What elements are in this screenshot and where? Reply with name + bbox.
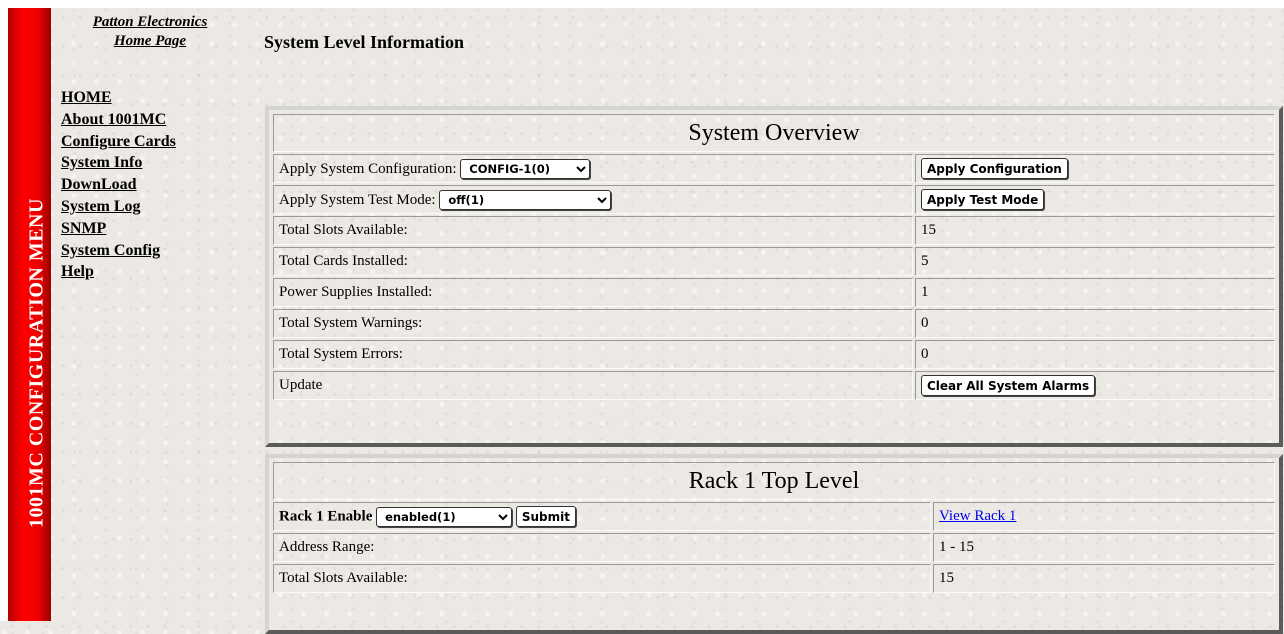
row-label: Power Supplies Installed: — [273, 278, 913, 307]
sidebar-item-configure-cards[interactable]: Configure Cards — [61, 131, 182, 153]
apply-config-label: Apply System Configuration: — [279, 160, 457, 177]
apply-test-mode-button-cell: Apply Test Mode — [915, 185, 1275, 214]
view-rack-link[interactable]: View Rack 1 — [939, 508, 1016, 524]
sidebar-item-home[interactable]: HOME — [61, 87, 182, 109]
menu-vertical-title: 1001MC CONFIGURATION MENU — [25, 198, 48, 528]
page-title: System Level Information — [264, 32, 464, 52]
rack-enable-label: Rack 1 Enable — [279, 508, 373, 525]
clear-alarms-cell: Clear All System Alarms — [915, 371, 1275, 400]
rack-table: Rack 1 Top Level Rack 1 Enable enabled(1… — [271, 460, 1277, 595]
table-row: Total Cards Installed: 5 — [273, 247, 1275, 276]
window-top-border — [0, 0, 1284, 8]
row-label: Total System Warnings: — [273, 309, 913, 338]
update-label: Update — [273, 371, 913, 400]
config-select[interactable]: CONFIG-1(0) — [460, 158, 591, 179]
clear-all-alarms-button[interactable]: Clear All System Alarms — [921, 375, 1096, 396]
submit-button[interactable]: Submit — [515, 506, 576, 527]
row-value: 15 — [915, 216, 1275, 245]
system-overview-title: System Overview — [273, 114, 1275, 152]
row-value: 1 - 15 — [933, 533, 1275, 562]
sidebar-item-system-log[interactable]: System Log — [61, 196, 182, 218]
row-label: Total Slots Available: — [273, 216, 913, 245]
system-overview-table: System Overview Apply System Configurati… — [271, 112, 1277, 402]
table-row: Rack 1 Enable enabled(1) Submit View Rac… — [273, 502, 1275, 531]
sidebar-item-snmp[interactable]: SNMP — [61, 218, 182, 240]
window-left-border — [0, 0, 8, 621]
sidebar-item-download[interactable]: DownLoad — [61, 174, 182, 196]
system-overview-panel: System Overview Apply System Configurati… — [265, 106, 1283, 447]
rack-enable-cell: Rack 1 Enable enabled(1) Submit — [273, 502, 931, 531]
home-page-link[interactable]: Patton Electronics Home Page — [60, 13, 240, 51]
test-mode-label: Apply System Test Mode: — [279, 191, 436, 208]
rack-top-level-panel: Rack 1 Top Level Rack 1 Enable enabled(1… — [265, 454, 1283, 634]
apply-test-mode-button[interactable]: Apply Test Mode — [921, 189, 1045, 210]
row-value: 15 — [933, 564, 1275, 593]
menu-title-strip: 1001MC CONFIGURATION MENU — [8, 8, 51, 621]
apply-config-button-cell: Apply Configuration — [915, 154, 1275, 183]
row-label: Total System Errors: — [273, 340, 913, 369]
row-label: Total Cards Installed: — [273, 247, 913, 276]
rack-title: Rack 1 Top Level — [273, 462, 1275, 500]
sidebar-nav: HOME About 1001MC Configure Cards System… — [61, 87, 182, 283]
table-row: Total Slots Available: 15 — [273, 564, 1275, 593]
sidebar-item-help[interactable]: Help — [61, 261, 182, 283]
table-row: Apply System Configuration: CONFIG-1(0) … — [273, 154, 1275, 183]
table-row: Total Slots Available: 15 — [273, 216, 1275, 245]
row-value: 1 — [915, 278, 1275, 307]
table-row: Power Supplies Installed: 1 — [273, 278, 1275, 307]
row-label: Total Slots Available: — [273, 564, 931, 593]
sidebar-item-system-info[interactable]: System Info — [61, 152, 182, 174]
table-row: Address Range: 1 - 15 — [273, 533, 1275, 562]
sidebar-item-system-config[interactable]: System Config — [61, 240, 182, 262]
table-row: Total System Errors: 0 — [273, 340, 1275, 369]
sidebar-item-about[interactable]: About 1001MC — [61, 109, 182, 131]
test-mode-select[interactable]: off(1) — [439, 189, 612, 210]
row-label: Address Range: — [273, 533, 931, 562]
logo-line-home[interactable]: Home Page — [60, 32, 240, 51]
rack-enable-select[interactable]: enabled(1) — [376, 506, 513, 527]
row-value: 0 — [915, 340, 1275, 369]
view-rack-cell: View Rack 1 — [933, 502, 1275, 531]
logo-line-company[interactable]: Patton Electronics — [60, 13, 240, 32]
apply-config-cell: Apply System Configuration: CONFIG-1(0) — [273, 154, 913, 183]
table-row: Update Clear All System Alarms — [273, 371, 1275, 400]
table-row: Apply System Test Mode: off(1) Apply Tes… — [273, 185, 1275, 214]
row-value: 5 — [915, 247, 1275, 276]
row-value: 0 — [915, 309, 1275, 338]
apply-configuration-button[interactable]: Apply Configuration — [921, 158, 1068, 179]
table-row: Total System Warnings: 0 — [273, 309, 1275, 338]
test-mode-cell: Apply System Test Mode: off(1) — [273, 185, 913, 214]
